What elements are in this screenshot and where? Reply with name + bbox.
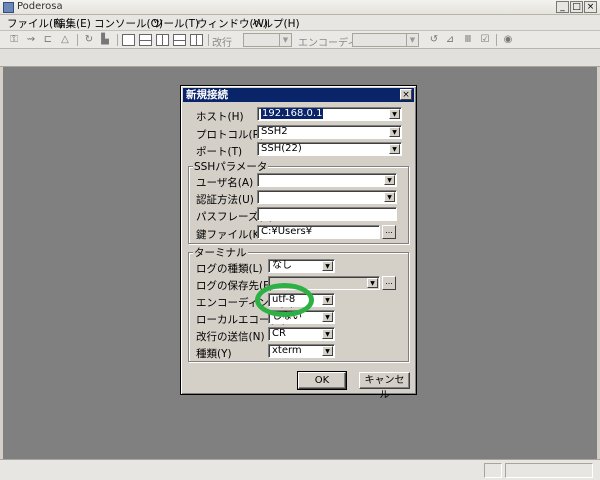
key-file-browse-button[interactable]: ... <box>382 225 396 239</box>
port-value: SSH(22) <box>261 143 302 154</box>
terminal-type-label: 種類(Y) <box>196 348 232 360</box>
protocol-combo[interactable]: SSH2 ▼ <box>257 125 402 139</box>
annotation-circle <box>255 283 314 317</box>
ok-button[interactable]: OK <box>297 371 347 390</box>
save-icon[interactable]: ▙ <box>99 34 111 46</box>
username-combo[interactable]: ▼ <box>257 173 397 187</box>
chevron-down-icon[interactable]: ▼ <box>322 295 333 305</box>
status-pane <box>484 463 502 478</box>
log-type-value: なし <box>272 260 292 271</box>
protocol-value: SSH2 <box>261 126 288 137</box>
macro-icon[interactable]: △ <box>59 34 71 46</box>
menu-bar: ファイル(F) 編集(E) コンソール(O) ツール(T) ウィンドウ(W) ヘ… <box>0 15 600 31</box>
tab-bar <box>0 49 600 67</box>
newline-label: 改行の送信(N) <box>196 331 265 343</box>
cancel-button[interactable]: キャンセル <box>359 372 410 401</box>
protocol-label: プロトコル(R) <box>196 129 264 141</box>
newline-value: CR <box>272 328 286 339</box>
layout-triple-icon[interactable] <box>173 34 186 46</box>
log-type-label: ログの種類(L) <box>196 263 263 275</box>
new-connection-dialog: 新規接続 × ホスト(H) 192.168.0.1 ▼ プロトコル(R) SSH… <box>180 85 417 401</box>
chevron-down-icon[interactable]: ▼ <box>322 261 333 271</box>
status-bar <box>0 459 600 480</box>
key-file-input[interactable]: C:¥Users¥ <box>257 225 380 239</box>
dialog-title-bar: 新規接続 × <box>183 88 414 102</box>
reconnect-icon[interactable]: ↺ <box>428 34 440 46</box>
menu-tools[interactable]: ツール(T) <box>153 16 199 31</box>
username-label: ユーザ名(A) <box>196 177 254 189</box>
port-combo[interactable]: SSH(22) ▼ <box>257 142 402 156</box>
new-connection-icon[interactable]: ⚿ <box>8 34 20 46</box>
check-icon[interactable]: ☑ <box>479 34 491 46</box>
layout-split-horizontal-icon[interactable] <box>139 34 152 46</box>
menu-edit[interactable]: 編集(E) <box>55 16 91 31</box>
chevron-down-icon[interactable]: ▼ <box>384 175 395 185</box>
info-icon[interactable]: ◉ <box>502 34 514 46</box>
toolbar: ⚿ ⇝ ⊏ △ ↻ ▙ 改行 ▼ エンコーディング ▼ ↺ ⊿ Ⅲ ☑ ◉ <box>0 31 600 49</box>
terminal-type-value: xterm <box>272 345 302 356</box>
host-value: 192.168.0.1 <box>261 108 324 119</box>
dialog-close-button[interactable]: × <box>400 89 412 100</box>
title-bar: Poderosa _ □ × <box>0 0 600 15</box>
open-file-icon[interactable]: ↻ <box>83 34 95 46</box>
close-window-button[interactable]: × <box>584 1 597 13</box>
chevron-down-icon[interactable]: ▼ <box>389 144 400 154</box>
ssh-params-group-title: SSHパラメータ <box>193 159 269 174</box>
chevron-down-icon[interactable]: ▼ <box>389 127 400 137</box>
chevron-down-icon[interactable]: ▼ <box>322 312 333 322</box>
newline-combo[interactable]: CR ▼ <box>268 327 335 341</box>
menu-help[interactable]: ヘルプ(H) <box>252 16 300 31</box>
port-label: ポート(T) <box>196 146 243 158</box>
break-icon[interactable]: ⊿ <box>444 34 456 46</box>
layout-quad-icon[interactable] <box>190 34 203 46</box>
app-icon <box>3 2 14 13</box>
toolbar-encoding-combo[interactable]: ▼ <box>352 33 419 47</box>
terminal-type-combo[interactable]: xterm ▼ <box>268 344 335 358</box>
terminal-group-title: ターミナル <box>193 245 248 260</box>
auth-method-combo[interactable]: ▼ <box>257 190 397 204</box>
toolbar-separator <box>117 34 118 46</box>
passphrase-input[interactable] <box>257 207 397 221</box>
window-title: Poderosa <box>17 1 63 12</box>
serial-port-icon[interactable]: ⊏ <box>42 34 54 46</box>
chevron-down-icon[interactable]: ▼ <box>367 278 378 288</box>
log-type-combo[interactable]: なし ▼ <box>268 259 335 273</box>
status-pane <box>505 463 593 478</box>
toolbar-separator <box>208 34 209 46</box>
chevron-down-icon[interactable]: ▼ <box>389 109 400 119</box>
chevron-down-icon[interactable]: ▼ <box>384 192 395 202</box>
auth-method-label: 認証方法(U) <box>196 194 254 206</box>
toolbar-separator <box>77 34 78 46</box>
minimize-button[interactable]: _ <box>556 1 569 13</box>
layout-single-icon[interactable] <box>122 34 135 46</box>
toolbar-newline-label: 改行 <box>212 38 232 49</box>
host-combo[interactable]: 192.168.0.1 ▼ <box>257 107 402 121</box>
host-label: ホスト(H) <box>196 111 244 123</box>
toolbar-newline-combo[interactable]: ▼ <box>243 33 292 47</box>
cable-icon[interactable]: ⇝ <box>25 34 37 46</box>
chevron-down-icon[interactable]: ▼ <box>322 346 333 356</box>
chevron-down-icon[interactable]: ▼ <box>322 329 333 339</box>
key-file-label: 鍵ファイル(K) <box>196 229 264 241</box>
maximize-button[interactable]: □ <box>570 1 583 13</box>
log-path-browse-button[interactable]: ... <box>382 276 396 290</box>
dialog-title: 新規接続 <box>186 89 228 101</box>
layout-split-vertical-icon[interactable] <box>156 34 169 46</box>
pause-icon[interactable]: Ⅲ <box>462 34 474 46</box>
toolbar-separator <box>496 34 497 46</box>
